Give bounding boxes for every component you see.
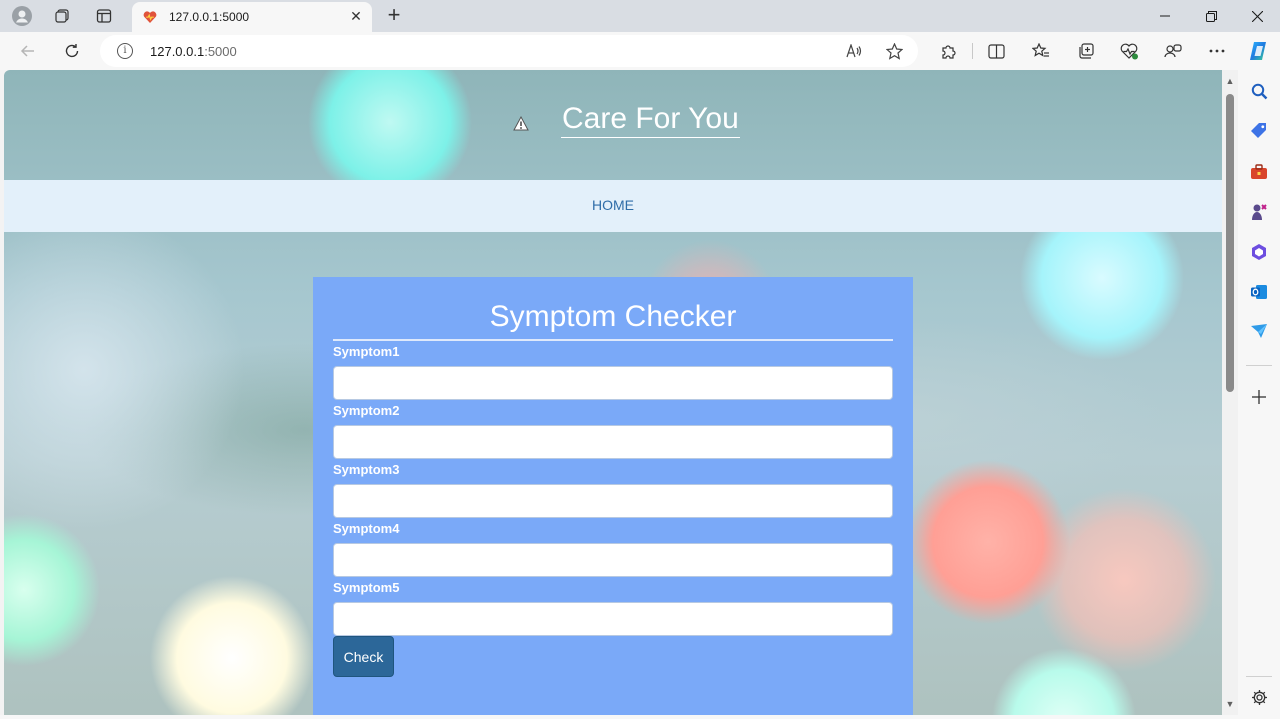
refresh-icon[interactable] <box>56 37 88 65</box>
form-title-divider <box>333 339 893 341</box>
heart-favicon-icon <box>143 11 157 23</box>
page-scrollbar[interactable]: ▲ ▼ <box>1222 70 1238 715</box>
scrollbar-thumb[interactable] <box>1226 94 1234 392</box>
tab-title: 127.0.0.1:5000 <box>169 10 250 24</box>
symptom3-input[interactable] <box>333 484 893 518</box>
shopping-tag-icon[interactable] <box>1249 121 1269 141</box>
edge-sidebar <box>1238 70 1280 719</box>
address-bar[interactable]: i 127.0.0.1:5000 <box>100 35 918 67</box>
tab-close-icon[interactable]: ✕ <box>348 8 364 24</box>
sidebar-divider-bottom <box>1246 676 1272 677</box>
outlook-icon[interactable] <box>1249 282 1269 302</box>
workspaces-icon[interactable] <box>47 3 77 29</box>
check-button[interactable]: Check <box>333 636 394 677</box>
symptom5-input[interactable] <box>333 602 893 636</box>
window-bottom-edge <box>0 715 1238 719</box>
close-window-button[interactable] <box>1234 0 1280 32</box>
browser-tab-active[interactable]: 127.0.0.1:5000 ✕ <box>132 2 372 32</box>
broken-image-icon <box>513 115 529 131</box>
extensions-icon[interactable] <box>932 37 964 65</box>
tools-briefcase-icon[interactable] <box>1249 162 1269 182</box>
split-screen-icon[interactable] <box>980 37 1012 65</box>
read-aloud-icon[interactable] <box>842 40 866 62</box>
form-title: Symptom Checker <box>489 300 737 333</box>
site-info-icon[interactable]: i <box>117 43 133 59</box>
symptom2-input[interactable] <box>333 425 893 459</box>
drop-icon[interactable] <box>1249 321 1269 341</box>
site-title[interactable]: Care For You <box>561 102 740 138</box>
collections-icon[interactable] <box>1069 37 1101 65</box>
symptom4-input[interactable] <box>333 543 893 577</box>
symptom-checker-form: Symptom Checker Symptom1 Symptom2 Sympto… <box>313 277 913 715</box>
nav-link-home[interactable]: HOME <box>4 197 1222 213</box>
symptom1-label: Symptom1 <box>333 344 400 359</box>
settings-icon[interactable] <box>1249 687 1269 707</box>
new-tab-button[interactable]: + <box>380 2 408 30</box>
edge-copilot-icon[interactable] <box>1243 37 1275 65</box>
address-url[interactable]: 127.0.0.1:5000 <box>150 44 237 59</box>
microsoft365-icon[interactable] <box>1249 242 1269 262</box>
scroll-down-icon[interactable]: ▼ <box>1225 699 1235 709</box>
favorites-icon[interactable] <box>1025 37 1057 65</box>
profile-icon[interactable] <box>7 3 37 29</box>
back-icon[interactable] <box>12 37 44 65</box>
page-viewport: Care For You HOME Symptom Checker Sympto… <box>4 70 1222 715</box>
favorite-star-icon[interactable] <box>882 40 906 62</box>
vertical-tabs-icon[interactable] <box>89 3 119 29</box>
symptom2-label: Symptom2 <box>333 403 400 418</box>
search-icon[interactable] <box>1249 81 1269 101</box>
symptom5-label: Symptom5 <box>333 580 400 595</box>
symptom3-label: Symptom3 <box>333 462 400 477</box>
toolbar-divider <box>972 43 973 59</box>
sidebar-divider <box>1246 365 1272 366</box>
restore-button[interactable] <box>1188 0 1234 32</box>
minimize-button[interactable] <box>1142 0 1188 32</box>
add-icon[interactable] <box>1249 387 1269 407</box>
symptom1-input[interactable] <box>333 366 893 400</box>
copilot-icon[interactable] <box>1157 37 1189 65</box>
scroll-up-icon[interactable]: ▲ <box>1225 76 1235 86</box>
symptom4-label: Symptom4 <box>333 521 400 536</box>
games-icon[interactable] <box>1249 202 1269 222</box>
browser-toolbar: i 127.0.0.1:5000 <box>0 32 1280 70</box>
tab-strip: 127.0.0.1:5000 ✕ + <box>0 0 1280 32</box>
browser-essentials-icon[interactable] <box>1113 37 1145 65</box>
navbar: HOME <box>4 180 1222 232</box>
site-header: Care For You <box>4 70 1222 180</box>
more-icon[interactable] <box>1201 37 1233 65</box>
